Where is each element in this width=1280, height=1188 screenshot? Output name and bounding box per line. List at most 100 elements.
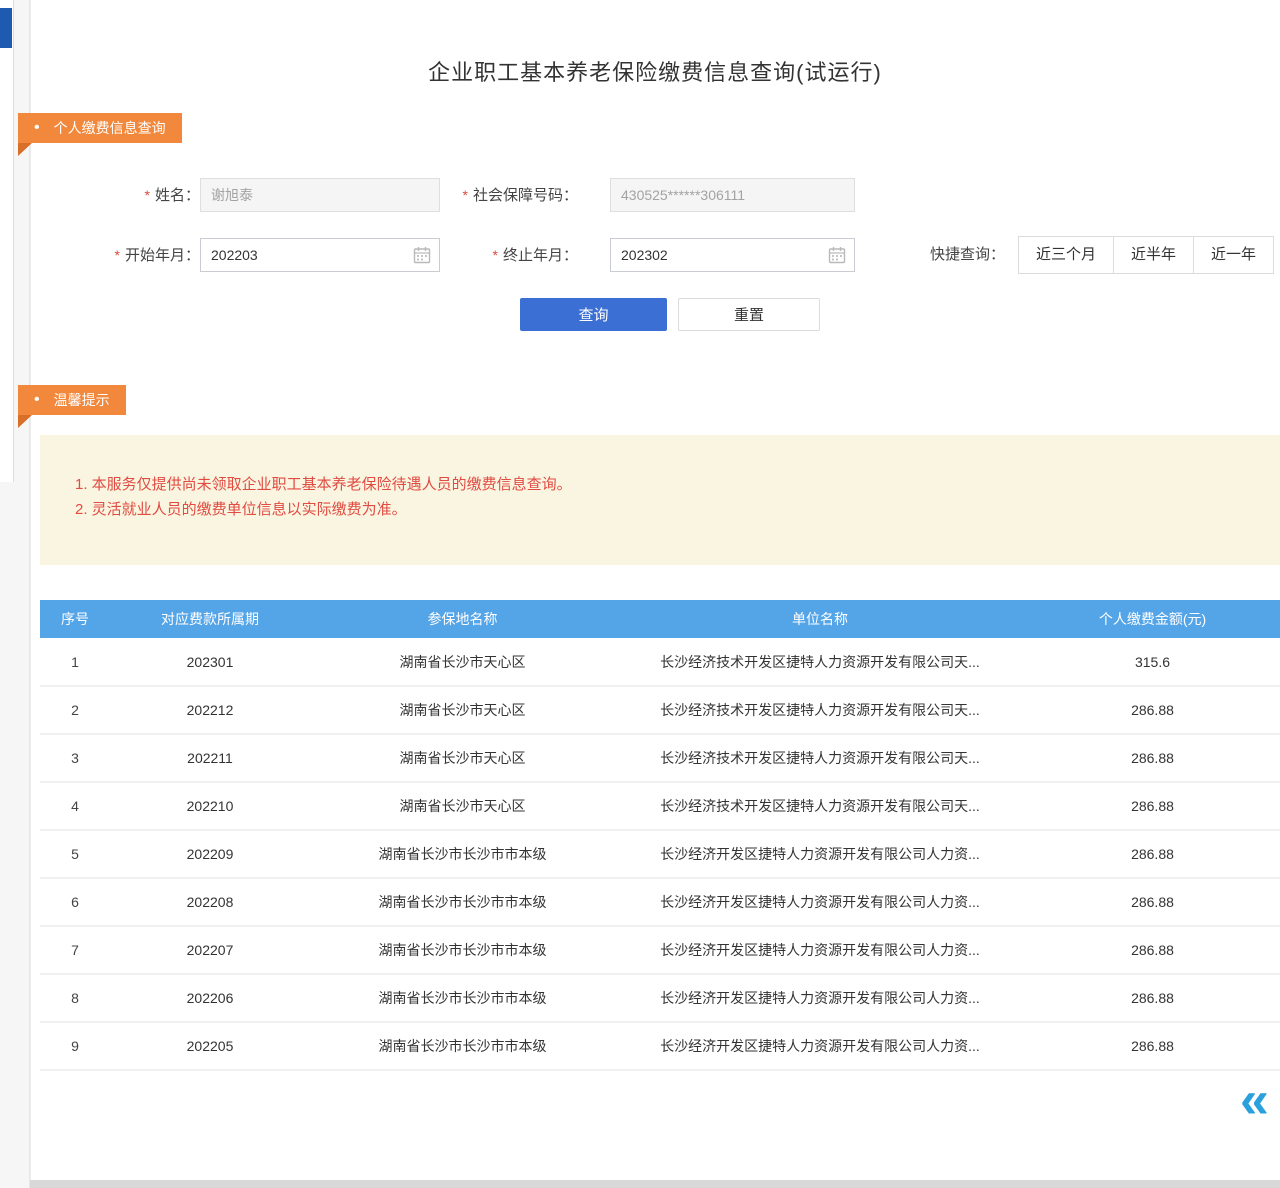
- end-month-field: [610, 238, 855, 272]
- required-asterisk: *: [463, 187, 468, 203]
- cell-amount: 286.88: [1025, 782, 1280, 830]
- page-title: 企业职工基本养老保险缴费信息查询(试运行): [30, 55, 1280, 87]
- calendar-icon[interactable]: [413, 246, 431, 264]
- cell-insured-place: 湖南省长沙市长沙市市本级: [310, 878, 615, 926]
- cell-amount: 286.88: [1025, 734, 1280, 782]
- cell-unit-name: 长沙经济开发区捷特人力资源开发有限公司人力资...: [615, 926, 1025, 974]
- cell-amount: 286.88: [1025, 1022, 1280, 1070]
- notice-line: 2. 灵活就业人员的缴费单位信息以实际缴费为准。: [75, 498, 407, 519]
- cell-unit-name: 长沙经济技术开发区捷特人力资源开发有限公司天...: [615, 686, 1025, 734]
- end-month-input[interactable]: [610, 238, 855, 272]
- cell-amount: 286.88: [1025, 878, 1280, 926]
- cell-index: 3: [40, 734, 110, 782]
- ribbon-fold: [18, 143, 32, 156]
- cell-fee-period: 202207: [110, 926, 310, 974]
- table-row: 8202206湖南省长沙市长沙市市本级长沙经济开发区捷特人力资源开发有限公司人力…: [40, 974, 1280, 1022]
- required-asterisk: *: [145, 187, 150, 203]
- cell-fee-period: 202211: [110, 734, 310, 782]
- table-row: 2202212湖南省长沙市天心区长沙经济技术开发区捷特人力资源开发有限公司天..…: [40, 686, 1280, 734]
- column-header-fee-period: 对应费款所属期: [110, 600, 310, 638]
- cell-insured-place: 湖南省长沙市长沙市市本级: [310, 830, 615, 878]
- cell-insured-place: 湖南省长沙市天心区: [310, 782, 615, 830]
- cell-unit-name: 长沙经济技术开发区捷特人力资源开发有限公司天...: [615, 734, 1025, 782]
- cell-unit-name: 长沙经济技术开发区捷特人力资源开发有限公司天...: [615, 638, 1025, 686]
- ribbon-fold: [18, 415, 32, 428]
- table-row: 7202207湖南省长沙市长沙市市本级长沙经济开发区捷特人力资源开发有限公司人力…: [40, 926, 1280, 974]
- cell-unit-name: 长沙经济开发区捷特人力资源开发有限公司人力资...: [615, 878, 1025, 926]
- column-header-amount: 个人缴费金额(元): [1025, 600, 1280, 638]
- quick-option-last-year[interactable]: 近一年: [1193, 236, 1274, 274]
- query-button[interactable]: 查询: [520, 298, 667, 331]
- cell-amount: 286.88: [1025, 926, 1280, 974]
- table-row: 1202301湖南省长沙市天心区长沙经济技术开发区捷特人力资源开发有限公司天..…: [40, 638, 1280, 686]
- table-row: 6202208湖南省长沙市长沙市市本级长沙经济开发区捷特人力资源开发有限公司人力…: [40, 878, 1280, 926]
- column-header-unit-name: 单位名称: [615, 600, 1025, 638]
- column-header-insured-place: 参保地名称: [310, 600, 615, 638]
- cell-fee-period: 202210: [110, 782, 310, 830]
- cell-index: 5: [40, 830, 110, 878]
- required-asterisk: *: [493, 247, 498, 263]
- section-badge-personal-query: • 个人缴费信息查询: [18, 113, 182, 143]
- table-row: 3202211湖南省长沙市天心区长沙经济技术开发区捷特人力资源开发有限公司天..…: [40, 734, 1280, 782]
- notice-line: 1. 本服务仅提供尚未领取企业职工基本养老保险待遇人员的缴费信息查询。: [75, 473, 572, 494]
- end-month-label: *终止年月：: [430, 238, 578, 272]
- cell-insured-place: 湖南省长沙市长沙市市本级: [310, 926, 615, 974]
- name-label: *姓名：: [70, 178, 200, 212]
- sidebar-menu-indicator: [0, 8, 12, 48]
- cell-index: 9: [40, 1022, 110, 1070]
- quick-query-label: 快捷查询：: [930, 238, 1005, 272]
- table-row: 5202209湖南省长沙市长沙市市本级长沙经济开发区捷特人力资源开发有限公司人力…: [40, 830, 1280, 878]
- calendar-icon[interactable]: [828, 246, 846, 264]
- table-row: 9202205湖南省长沙市长沙市市本级长沙经济开发区捷特人力资源开发有限公司人力…: [40, 1022, 1280, 1070]
- cell-fee-period: 202208: [110, 878, 310, 926]
- cell-insured-place: 湖南省长沙市长沙市市本级: [310, 974, 615, 1022]
- section-badge-label: 个人缴费信息查询: [54, 113, 166, 143]
- collapse-double-chevron-icon[interactable]: «: [1240, 1078, 1280, 1126]
- column-header-index: 序号: [40, 600, 110, 638]
- reset-button[interactable]: 重置: [678, 298, 820, 331]
- cell-fee-period: 202212: [110, 686, 310, 734]
- cell-index: 6: [40, 878, 110, 926]
- ssn-input[interactable]: [610, 178, 855, 212]
- cell-insured-place: 湖南省长沙市长沙市市本级: [310, 1022, 615, 1070]
- start-month-input[interactable]: [200, 238, 440, 272]
- required-asterisk: *: [115, 247, 120, 263]
- section-badge-tips: • 温馨提示: [18, 385, 126, 415]
- start-month-label: *开始年月：: [70, 238, 200, 272]
- cell-index: 4: [40, 782, 110, 830]
- page-root: 企业职工基本养老保险缴费信息查询(试运行) • 个人缴费信息查询 *姓名： *社…: [0, 0, 1280, 1188]
- payment-records-table: 序号 对应费款所属期 参保地名称 单位名称 个人缴费金额(元) 1202301湖…: [40, 600, 1280, 1071]
- cell-insured-place: 湖南省长沙市天心区: [310, 734, 615, 782]
- cell-fee-period: 202209: [110, 830, 310, 878]
- bullet-icon: •: [34, 385, 40, 415]
- cell-fee-period: 202205: [110, 1022, 310, 1070]
- bottom-scrollbar-track[interactable]: [30, 1180, 1280, 1188]
- cell-amount: 286.88: [1025, 686, 1280, 734]
- quick-option-last-half-year[interactable]: 近半年: [1113, 236, 1194, 274]
- cell-fee-period: 202301: [110, 638, 310, 686]
- table-header-row: 序号 对应费款所属期 参保地名称 单位名称 个人缴费金额(元): [40, 600, 1280, 638]
- cell-amount: 315.6: [1025, 638, 1280, 686]
- table-row: 4202210湖南省长沙市天心区长沙经济技术开发区捷特人力资源开发有限公司天..…: [40, 782, 1280, 830]
- start-month-field: [200, 238, 440, 272]
- cell-index: 7: [40, 926, 110, 974]
- notice-box: 1. 本服务仅提供尚未领取企业职工基本养老保险待遇人员的缴费信息查询。 2. 灵…: [40, 435, 1280, 565]
- ssn-label: *社会保障号码：: [430, 178, 578, 212]
- section-badge-label: 温馨提示: [54, 385, 110, 415]
- cell-amount: 286.88: [1025, 974, 1280, 1022]
- sidebar-strip: [0, 0, 14, 482]
- cell-index: 1: [40, 638, 110, 686]
- cell-index: 2: [40, 686, 110, 734]
- cell-unit-name: 长沙经济开发区捷特人力资源开发有限公司人力资...: [615, 974, 1025, 1022]
- cell-unit-name: 长沙经济开发区捷特人力资源开发有限公司人力资...: [615, 830, 1025, 878]
- cell-fee-period: 202206: [110, 974, 310, 1022]
- cell-insured-place: 湖南省长沙市天心区: [310, 638, 615, 686]
- left-sidebar: [0, 0, 30, 1188]
- quick-query-group: 近三个月 近半年 近一年: [1018, 236, 1274, 274]
- name-input[interactable]: [200, 178, 440, 212]
- table-body: 1202301湖南省长沙市天心区长沙经济技术开发区捷特人力资源开发有限公司天..…: [40, 638, 1280, 1070]
- cell-insured-place: 湖南省长沙市天心区: [310, 686, 615, 734]
- cell-unit-name: 长沙经济开发区捷特人力资源开发有限公司人力资...: [615, 1022, 1025, 1070]
- quick-option-last-3-months[interactable]: 近三个月: [1018, 236, 1114, 274]
- cell-index: 8: [40, 974, 110, 1022]
